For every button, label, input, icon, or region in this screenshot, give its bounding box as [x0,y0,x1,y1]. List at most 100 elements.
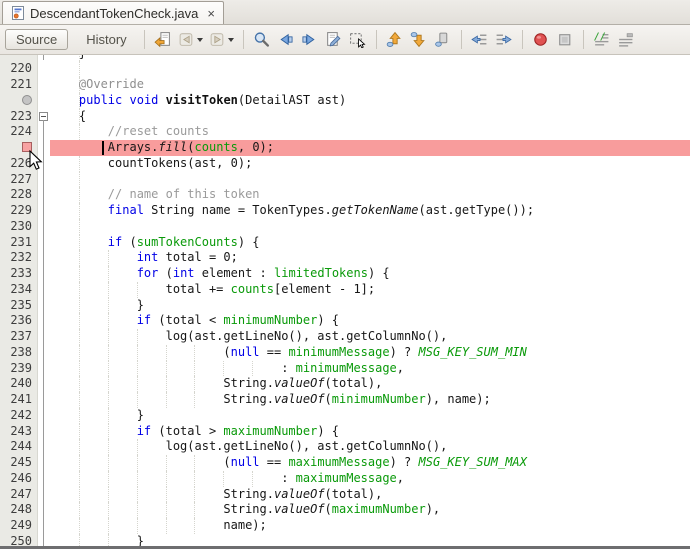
forward-icon[interactable] [207,29,236,51]
code-line[interactable]: 242 } [0,408,690,424]
toggle-bookmark-icon[interactable] [432,29,454,51]
code-text[interactable]: final String name = TokenTypes.getTokenN… [50,203,690,219]
code-editor[interactable]: } 220221 @Override public void visitToken… [0,55,690,546]
gutter-annotation[interactable] [0,93,38,109]
code-text[interactable]: if (sumTokenCounts) { [50,235,690,251]
code-line[interactable]: 232 int total = 0; [0,250,690,266]
code-text[interactable]: if (total > maximumNumber) { [50,424,690,440]
code-line[interactable]: 235 } [0,298,690,314]
gutter-line-number[interactable]: 229 [0,203,38,219]
start-macro-recording-icon[interactable] [530,29,552,51]
gutter-line-number[interactable]: 248 [0,502,38,518]
code-line[interactable]: 250 } [0,534,690,546]
code-line[interactable]: 221 @Override [0,77,690,93]
code-text[interactable]: int total = 0; [50,250,690,266]
gutter-line-number[interactable]: 236 [0,313,38,329]
stop-macro-recording-icon[interactable] [554,29,576,51]
gutter-line-number[interactable]: 250 [0,534,38,546]
gutter-line-number[interactable]: 242 [0,408,38,424]
gutter-line-number[interactable]: 247 [0,487,38,503]
gutter-line-number[interactable]: 238 [0,345,38,361]
code-text[interactable]: String.valueOf(total), [50,487,690,503]
find-selection-icon[interactable] [251,29,273,51]
fold-margin[interactable] [38,109,50,125]
last-edit-location-icon[interactable] [152,29,174,51]
code-line[interactable]: 240 String.valueOf(total), [0,376,690,392]
code-text[interactable]: log(ast.getLineNo(), ast.getColumnNo(), [50,439,690,455]
code-text[interactable]: total += counts[element - 1]; [50,282,690,298]
code-text[interactable]: log(ast.getLineNo(), ast.getColumnNo(), [50,329,690,345]
code-text[interactable]: String.valueOf(maximumNumber), [50,502,690,518]
code-text[interactable]: : maximumMessage, [50,471,690,487]
gutter-line-number[interactable]: 234 [0,282,38,298]
code-text[interactable]: : minimumMessage, [50,361,690,377]
code-line[interactable]: 248 String.valueOf(maximumNumber), [0,502,690,518]
next-bookmark-icon[interactable] [408,29,430,51]
shift-line-left-icon[interactable] [469,29,491,51]
gutter-line-number[interactable]: 223 [0,109,38,125]
code-line[interactable]: 247 String.valueOf(total), [0,487,690,503]
tab-descendanttokencheck[interactable]: DescendantTokenCheck.java × [2,1,224,24]
uncomment-icon[interactable] [615,29,637,51]
code-line[interactable]: Arrays.fill(counts, 0); [0,140,690,156]
code-line[interactable]: 249 name); [0,518,690,534]
code-line[interactable]: 224 //reset counts [0,124,690,140]
code-text[interactable]: String.valueOf(minimumNumber), name); [50,392,690,408]
gutter-line-number[interactable]: 235 [0,298,38,314]
code-line[interactable]: 229 final String name = TokenTypes.getTo… [0,203,690,219]
close-tab-icon[interactable]: × [207,7,215,20]
toggle-rectangular-selection-icon[interactable] [347,29,369,51]
code-text[interactable]: for (int element : limitedTokens) { [50,266,690,282]
code-text[interactable]: } [50,534,690,546]
previous-bookmark-icon[interactable] [384,29,406,51]
gutter-line-number[interactable]: 221 [0,77,38,93]
code-line[interactable]: 243 if (total > maximumNumber) { [0,424,690,440]
code-line[interactable]: 228 // name of this token [0,187,690,203]
code-text[interactable]: String.valueOf(total), [50,376,690,392]
gutter-line-number[interactable]: 241 [0,392,38,408]
code-text[interactable]: countTokens(ast, 0); [50,156,690,172]
code-text[interactable]: name); [50,518,690,534]
comment-icon[interactable]: // [591,29,613,51]
code-text[interactable] [50,172,690,188]
gutter-line-number[interactable]: 243 [0,424,38,440]
shift-line-right-icon[interactable] [493,29,515,51]
gutter-line-number[interactable]: 245 [0,455,38,471]
code-line[interactable]: 245 (null == maximumMessage) ? MSG_KEY_S… [0,455,690,471]
code-text[interactable]: public void visitToken(DetailAST ast) [50,93,690,109]
gutter-line-number[interactable]: 232 [0,250,38,266]
gutter-line-number[interactable]: 230 [0,219,38,235]
code-text[interactable]: Arrays.fill(counts, 0); [50,140,690,156]
code-line[interactable]: 233 for (int element : limitedTokens) { [0,266,690,282]
code-text[interactable]: //reset counts [50,124,690,140]
back-icon[interactable] [176,29,205,51]
code-line[interactable]: 238 (null == minimumMessage) ? MSG_KEY_S… [0,345,690,361]
code-line[interactable]: 231 if (sumTokenCounts) { [0,235,690,251]
back-dropdown-caret[interactable] [197,38,203,42]
code-line[interactable]: 220 [0,61,690,77]
gutter-line-number[interactable]: 224 [0,124,38,140]
find-next-icon[interactable] [299,29,321,51]
gutter-line-number[interactable]: 244 [0,439,38,455]
code-text[interactable]: // name of this token [50,187,690,203]
gutter-line-number[interactable]: 233 [0,266,38,282]
code-line[interactable]: 246 : maximumMessage, [0,471,690,487]
gutter-line-number[interactable]: 220 [0,61,38,77]
code-text[interactable]: } [50,408,690,424]
code-text[interactable]: } [50,298,690,314]
code-line[interactable]: 241 String.valueOf(minimumNumber), name)… [0,392,690,408]
code-line[interactable]: 223 { [0,109,690,125]
gutter-line-number[interactable]: 231 [0,235,38,251]
code-line[interactable]: 237 log(ast.getLineNo(), ast.getColumnNo… [0,329,690,345]
code-line[interactable]: 226 countTokens(ast, 0); [0,156,690,172]
gutter-line-number[interactable]: 228 [0,187,38,203]
code-line[interactable]: 227 [0,172,690,188]
forward-dropdown-caret[interactable] [228,38,234,42]
toggle-highlight-search-icon[interactable] [323,29,345,51]
code-text[interactable] [50,219,690,235]
history-view-button[interactable]: History [76,30,136,49]
gutter-line-number[interactable]: 237 [0,329,38,345]
code-line[interactable]: 234 total += counts[element - 1]; [0,282,690,298]
source-view-button[interactable]: Source [5,29,68,50]
gutter-line-number[interactable]: 239 [0,361,38,377]
